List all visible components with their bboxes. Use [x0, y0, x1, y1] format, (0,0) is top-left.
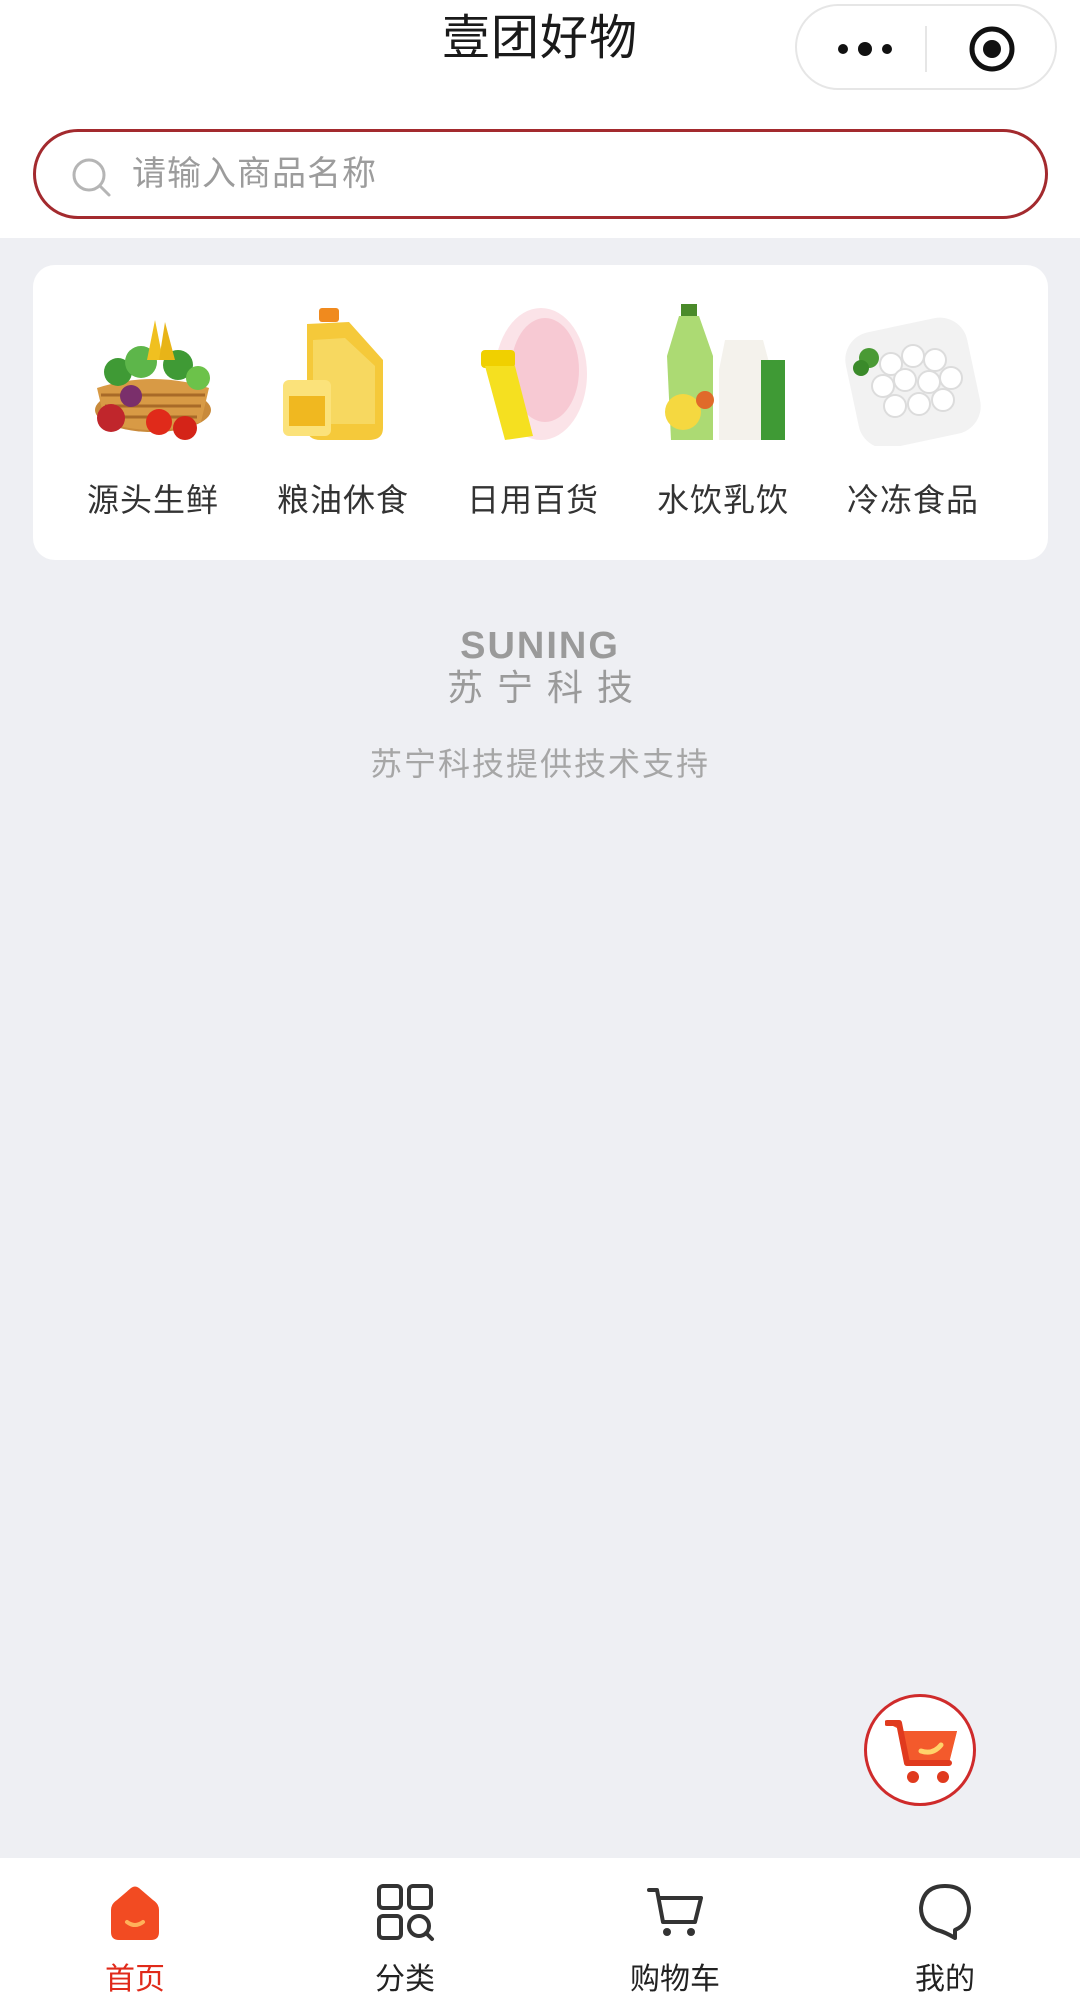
profile-icon [919, 1884, 971, 1940]
category-grid-icon [377, 1884, 434, 1941]
tab-label: 分类 [375, 1962, 435, 1997]
capsule-divider [925, 26, 927, 72]
category-card: 源头生鲜 粮油休食 日用百货 水饮乳饮 冷冻食品 [33, 265, 1048, 560]
suning-logo-cn: 苏宁科技 [446, 668, 647, 709]
category-item-fresh[interactable]: 源头生鲜 [73, 300, 233, 540]
header: 壹团好物 请输入商品名称 [0, 0, 1080, 238]
fresh-produce-image [95, 320, 211, 440]
page: 壹团好物 请输入商品名称 源头生鲜 粮油休食 日用百货 水饮乳饮 冷冻食品 SU… [0, 0, 1080, 2009]
floating-cart-button[interactable] [864, 1694, 976, 1806]
tab-category[interactable]: 分类 [270, 1858, 540, 2009]
search-icon [72, 158, 111, 197]
bottom-tabbar: 首页 分类 购物车 我的 [0, 1858, 1080, 2009]
tab-profile[interactable]: 我的 [810, 1858, 1080, 2009]
branding: SUNING 苏宁科技 苏宁科技提供技术支持 [0, 625, 1080, 785]
category-item-frozen[interactable]: 冷冻食品 [833, 300, 993, 540]
target-icon[interactable] [968, 25, 1016, 73]
cooking-oil-image [283, 308, 383, 440]
category-label: 粮油休食 [276, 481, 409, 519]
cart-icon [885, 1720, 957, 1783]
category-label: 冷冻食品 [846, 481, 979, 519]
category-item-drinks[interactable]: 水饮乳饮 [643, 300, 803, 540]
category-label: 水饮乳饮 [656, 481, 789, 519]
home-icon [111, 1886, 159, 1940]
category-item-daily[interactable]: 日用百货 [453, 300, 613, 540]
mini-program-capsule [795, 4, 1057, 90]
tab-cart[interactable]: 购物车 [540, 1858, 810, 2009]
category-item-grain-oil[interactable]: 粮油休食 [263, 300, 423, 540]
cart-icon [647, 1888, 703, 1936]
daily-goods-image [481, 308, 587, 440]
search-bar[interactable]: 请输入商品名称 [33, 129, 1048, 219]
juice-bottles-image [665, 304, 785, 440]
category-label: 日用百货 [466, 481, 599, 519]
tab-label: 首页 [105, 1962, 165, 1997]
tab-label: 购物车 [630, 1962, 720, 1997]
more-dots-icon[interactable] [835, 39, 895, 59]
category-label: 源头生鲜 [86, 481, 219, 519]
search-input[interactable]: 请输入商品名称 [132, 132, 377, 216]
tab-home[interactable]: 首页 [0, 1858, 270, 2009]
suning-logo-en: SUNING [460, 625, 620, 667]
tab-label: 我的 [915, 1962, 975, 1997]
support-text: 苏宁科技提供技术支持 [369, 745, 710, 783]
frozen-food-image [845, 317, 981, 446]
